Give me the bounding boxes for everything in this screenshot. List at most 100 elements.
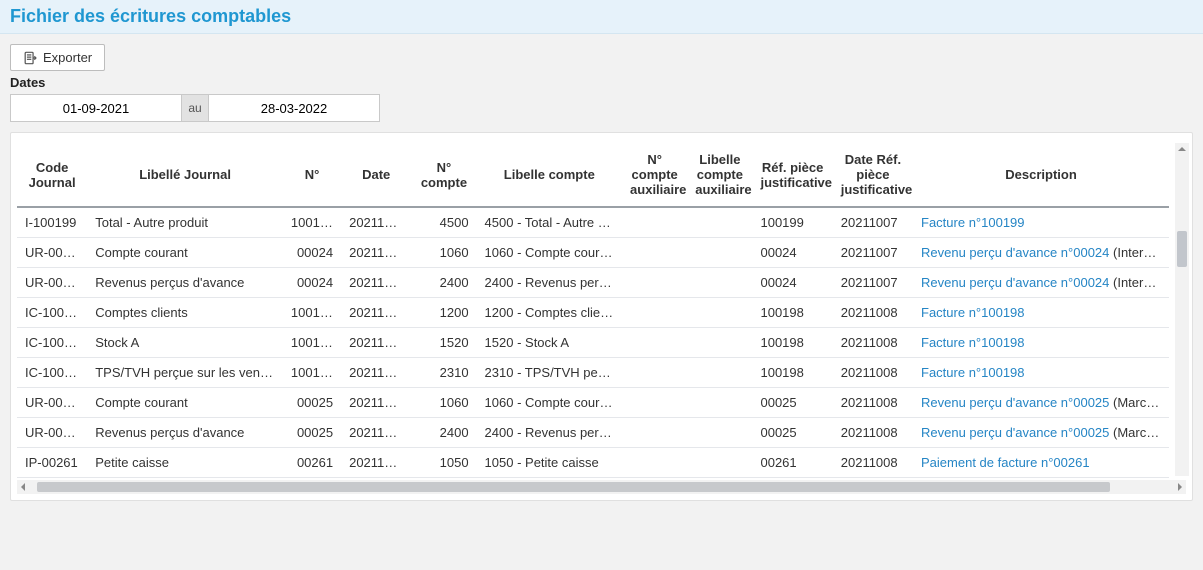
col-header-num-compte[interactable]: N° compte	[411, 143, 476, 207]
table-row[interactable]: IC-100198TPS/TVH perçue sur les ventes10…	[17, 358, 1169, 388]
col-header-num-compte-aux[interactable]: N° compte auxiliaire	[622, 143, 687, 207]
table-cell: IC-100198	[17, 358, 87, 388]
table-cell: 20211008	[341, 388, 411, 418]
grid-card: Code Journal Libellé Journal N° Date N° …	[10, 132, 1193, 501]
date-range: au	[10, 94, 380, 122]
table-cell: Stock A	[87, 328, 283, 358]
vscroll-thumb[interactable]	[1177, 231, 1187, 267]
description-link[interactable]: Paiement de facture n°00261	[921, 455, 1090, 470]
table-cell: 20211007	[341, 238, 411, 268]
description-cell: Facture n°100198	[913, 298, 1169, 328]
description-link[interactable]: Revenu perçu d'avance n°00024	[921, 275, 1109, 290]
table-cell: UR-00025	[17, 388, 87, 418]
table-row[interactable]: I-100199Total - Autre produit10019920211…	[17, 207, 1169, 238]
hscroll-thumb[interactable]	[37, 482, 1110, 492]
table-cell: IC-100198	[17, 298, 87, 328]
table-cell: 1520	[411, 328, 476, 358]
table-cell: 2400 - Revenus perçus…	[477, 418, 623, 448]
table-cell: 100198	[283, 358, 341, 388]
table-cell: 20211008	[833, 418, 913, 448]
col-header-ref-piece[interactable]: Réf. pièce justificative	[752, 143, 832, 207]
table-cell: 1060 - Compte courant	[477, 388, 623, 418]
col-header-libelle-compte[interactable]: Libelle compte	[477, 143, 623, 207]
table-cell: I-100199	[17, 207, 87, 238]
hscroll-track[interactable]	[31, 480, 1172, 494]
table-cell: 100199	[752, 207, 832, 238]
scroll-up-icon[interactable]	[1175, 143, 1189, 157]
table-cell	[687, 418, 752, 448]
table-cell: 00025	[283, 418, 341, 448]
table-cell	[622, 388, 687, 418]
table-cell	[687, 298, 752, 328]
description-cell: Facture n°100198	[913, 358, 1169, 388]
toolbar: Exporter	[0, 34, 1203, 75]
description-suffix: (Marc Yvan)	[1109, 425, 1169, 440]
table-cell: 2400 - Revenus perçus…	[477, 268, 623, 298]
description-link[interactable]: Facture n°100199	[921, 215, 1025, 230]
description-link[interactable]: Revenu perçu d'avance n°00025	[921, 425, 1109, 440]
description-link[interactable]: Revenu perçu d'avance n°00025	[921, 395, 1109, 410]
table-row[interactable]: IC-100198Comptes clients1001982021100812…	[17, 298, 1169, 328]
col-header-date-ref-piece[interactable]: Date Réf. pièce justificative	[833, 143, 913, 207]
table-cell	[687, 388, 752, 418]
description-cell: Paiement de facture n°00261	[913, 448, 1169, 478]
col-header-libelle-compte-aux[interactable]: Libelle compte auxiliaire	[687, 143, 752, 207]
description-suffix: (Interne)	[1109, 245, 1162, 260]
grid-scroll[interactable]: Code Journal Libellé Journal N° Date N° …	[17, 143, 1186, 478]
table-cell: 00024	[283, 268, 341, 298]
table-cell: 20211008	[341, 448, 411, 478]
col-header-num[interactable]: N°	[283, 143, 341, 207]
description-link[interactable]: Facture n°100198	[921, 305, 1025, 320]
table-cell: UR-00024	[17, 238, 87, 268]
col-header-date[interactable]: Date	[341, 143, 411, 207]
export-icon	[23, 51, 37, 65]
table-row[interactable]: IP-00261Petite caisse0026120211008105010…	[17, 448, 1169, 478]
table-cell: 1050 - Petite caisse	[477, 448, 623, 478]
vscroll-track[interactable]	[1175, 157, 1189, 462]
description-cell: Facture n°100199	[913, 207, 1169, 238]
table-row[interactable]: UR-00025Compte courant000252021100810601…	[17, 388, 1169, 418]
col-header-description[interactable]: Description	[913, 143, 1169, 207]
table-cell: TPS/TVH perçue sur les ventes	[87, 358, 283, 388]
vertical-scrollbar[interactable]	[1175, 143, 1189, 476]
description-link[interactable]: Facture n°100198	[921, 335, 1025, 350]
table-cell	[622, 358, 687, 388]
table-cell: 00025	[752, 418, 832, 448]
table-row[interactable]: UR-00025Revenus perçus d'avance000252021…	[17, 418, 1169, 448]
table-cell: 00024	[283, 238, 341, 268]
description-suffix: (Interne)	[1109, 275, 1162, 290]
description-cell: Revenu perçu d'avance n°00025 (Marc Yvan…	[913, 388, 1169, 418]
description-link[interactable]: Facture n°100198	[921, 365, 1025, 380]
table-row[interactable]: UR-00024Revenus perçus d'avance000242021…	[17, 268, 1169, 298]
horizontal-scrollbar[interactable]	[17, 480, 1186, 494]
data-table: Code Journal Libellé Journal N° Date N° …	[17, 143, 1169, 478]
col-header-libelle-journal[interactable]: Libellé Journal	[87, 143, 283, 207]
col-header-code-journal[interactable]: Code Journal	[17, 143, 87, 207]
table-cell: Compte courant	[87, 238, 283, 268]
description-cell: Revenu perçu d'avance n°00024 (Interne)	[913, 268, 1169, 298]
table-cell: 100198	[752, 358, 832, 388]
description-link[interactable]: Revenu perçu d'avance n°00024	[921, 245, 1109, 260]
table-row[interactable]: UR-00024Compte courant000242021100710601…	[17, 238, 1169, 268]
date-to-input[interactable]	[209, 95, 379, 121]
table-cell: 00261	[752, 448, 832, 478]
table-cell: 20211008	[341, 418, 411, 448]
table-cell: 100198	[283, 298, 341, 328]
table-cell	[687, 238, 752, 268]
table-cell: IP-00261	[17, 448, 87, 478]
table-cell: 20211007	[833, 207, 913, 238]
table-cell: 4500 - Total - Autre pr…	[477, 207, 623, 238]
table-cell	[622, 207, 687, 238]
date-from-input[interactable]	[11, 95, 181, 121]
table-cell: Revenus perçus d'avance	[87, 418, 283, 448]
filters: Dates au	[0, 75, 1203, 132]
table-cell: 2310 - TPS/TVH perçue…	[477, 358, 623, 388]
export-button[interactable]: Exporter	[10, 44, 105, 71]
header-row: Code Journal Libellé Journal N° Date N° …	[17, 143, 1169, 207]
scroll-left-icon[interactable]	[17, 480, 31, 494]
table-cell: IC-100198	[17, 328, 87, 358]
table-cell: 20211008	[833, 388, 913, 418]
table-body: I-100199Total - Autre produit10019920211…	[17, 207, 1169, 478]
scroll-right-icon[interactable]	[1172, 480, 1186, 494]
table-row[interactable]: IC-100198Stock A1001982021100815201520 -…	[17, 328, 1169, 358]
